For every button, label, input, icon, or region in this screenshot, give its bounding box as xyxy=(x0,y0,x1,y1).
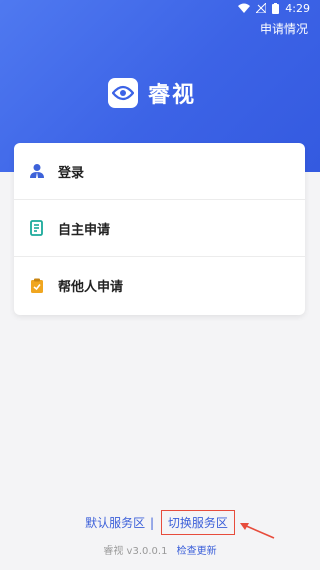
user-icon xyxy=(28,162,46,180)
annotation-arrow-icon xyxy=(240,523,275,539)
menu-label-self-apply: 自主申请 xyxy=(58,222,111,238)
app-logo: 睿视 xyxy=(108,77,196,109)
form-icon xyxy=(28,219,46,237)
wifi-icon xyxy=(238,3,251,13)
menu-item-apply-for-others[interactable]: 帮他人申请 xyxy=(14,257,305,314)
menu-label-apply-for-others: 帮他人申请 xyxy=(58,280,124,295)
apply-status-link[interactable]: 申请情况 xyxy=(260,20,308,37)
version-row: 睿视 v3.0.0.1 检查更新 xyxy=(0,542,320,557)
menu-item-self-apply[interactable]: 自主申请 xyxy=(14,200,305,257)
menu-card: 登录 自主申请 帮他人申请 xyxy=(14,143,305,315)
switch-region-link[interactable]: 切换服务区 xyxy=(160,510,235,535)
battery-icon xyxy=(272,2,280,14)
default-region-link[interactable]: 默认服务区 xyxy=(85,514,145,531)
no-signal-icon xyxy=(256,3,267,13)
footer-app-name: 睿视 xyxy=(103,546,124,557)
status-bar: 4:29 xyxy=(0,0,320,16)
menu-label-login: 登录 xyxy=(58,165,85,181)
clipboard-icon xyxy=(28,277,46,295)
menu-item-login[interactable]: 登录 xyxy=(14,143,305,200)
eye-logo-icon xyxy=(108,78,138,108)
app-name: 睿视 xyxy=(148,83,197,108)
separator: | xyxy=(149,515,155,530)
version-text: v3.0.0.1 xyxy=(126,546,168,557)
check-update-link[interactable]: 检查更新 xyxy=(177,546,217,557)
status-time: 4:29 xyxy=(285,1,310,15)
